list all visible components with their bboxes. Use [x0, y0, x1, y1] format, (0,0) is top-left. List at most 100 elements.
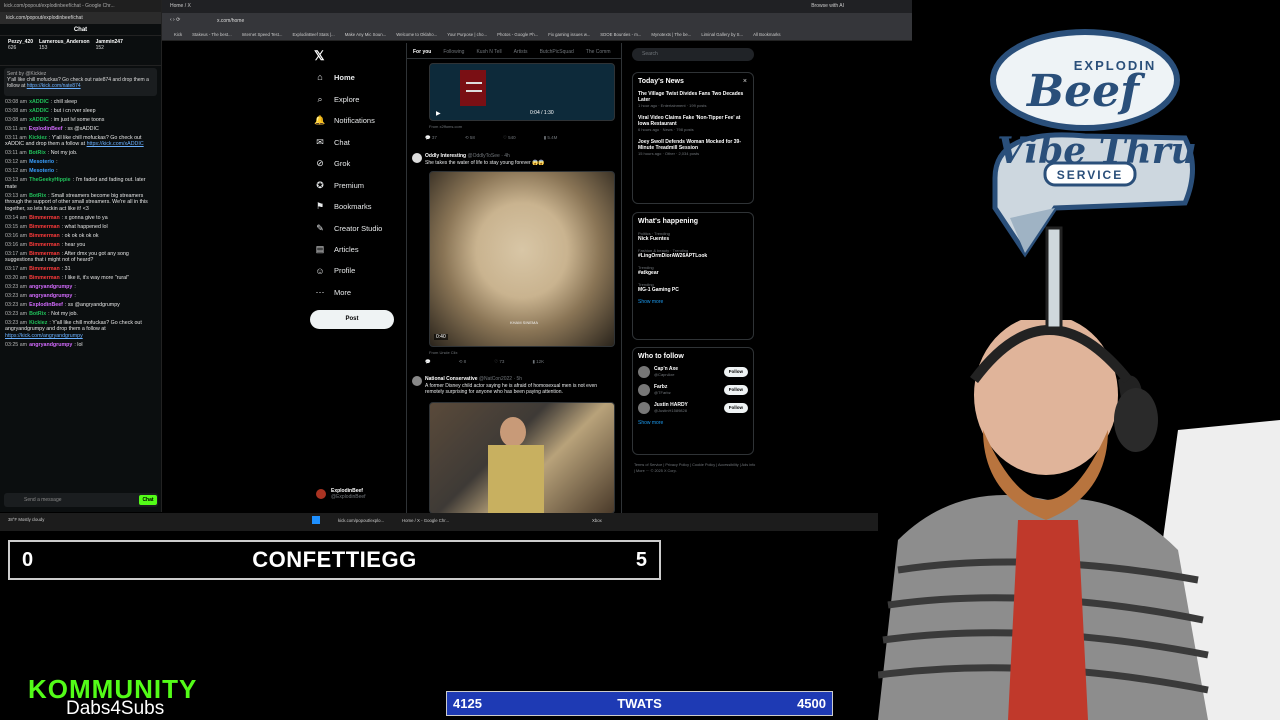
tweet[interactable]: National Conservative @NatCon2022 · 5h A… — [407, 376, 621, 513]
avatar[interactable] — [638, 384, 650, 396]
bookmark-item[interactable]: Kick — [174, 32, 182, 37]
bookmark-item[interactable]: Liminal Gallery by S... — [701, 32, 743, 37]
tweet-actions[interactable]: 💬 37 ⟲ 58 ♡ 540 ▮ 5.4M — [425, 135, 557, 141]
message-username[interactable]: Bimmerman — [29, 242, 60, 248]
trend-item[interactable]: Trending #atkgear — [633, 262, 753, 279]
message-username[interactable]: xADDIC — [29, 117, 49, 123]
news-item[interactable]: The Village Twist Divides Fans Two Decad… — [633, 88, 753, 112]
trend-item[interactable]: Trending MG-1 Gaming PC — [633, 279, 753, 296]
message-username[interactable]: angryandgrumpy — [29, 342, 72, 348]
start-icon[interactable] — [312, 516, 320, 524]
message-username[interactable]: xADDIC — [29, 99, 49, 105]
chat-message[interactable]: 03:13 am TheGeekyHippie: I'm faded and fa… — [5, 177, 156, 190]
message-username[interactable]: BotRix — [29, 311, 46, 317]
message-username[interactable]: Bimmerman — [29, 224, 60, 230]
gifter-1[interactable]: Pezzy_420 626 — [8, 39, 33, 62]
follow-button[interactable]: Follow — [723, 385, 748, 395]
bookmark-item[interactable]: Welcome to Oklaho... — [396, 32, 437, 37]
message-username[interactable]: Bimmerman — [29, 233, 60, 239]
avatar[interactable] — [638, 366, 650, 378]
chat-message[interactable]: 03:08 am xADDIC: im just lvl some toons — [5, 117, 156, 123]
message-username[interactable]: Bimmerman — [29, 275, 60, 281]
chat-message[interactable]: 03:23 am BotRix: Not my job. — [5, 311, 156, 317]
video-player[interactable]: ▶ 0:04 / 1:30 — [429, 63, 615, 121]
tab-artists[interactable]: Artists — [514, 49, 528, 58]
x-footer[interactable]: Terms of Service | Privacy Policy | Cook… — [634, 462, 756, 474]
message-username[interactable]: Kickiez — [29, 320, 47, 326]
chat-message[interactable]: 03:12 am Mesoterio: — [5, 168, 156, 174]
tweet-video[interactable]: 0:40 KHAM SINEMA — [429, 171, 615, 347]
nav-item-bookmarks[interactable]: ⚑ Bookmarks — [314, 201, 372, 212]
tweet-image[interactable] — [429, 402, 615, 513]
account-switcher[interactable]: ExplodinBeef @ExplodinBeef — [316, 488, 366, 500]
tab-following[interactable]: Following — [443, 49, 464, 58]
chat-message[interactable]: 03:08 am xADDIC: but i cn rver sleep — [5, 108, 156, 114]
bookmark-item[interactable]: Photos - Google Ph... — [497, 32, 538, 37]
play-icon[interactable]: ▶ — [436, 110, 441, 117]
search-input[interactable]: Search — [632, 48, 754, 61]
trend-item[interactable]: Politics · Trending Nick Fuentes — [633, 228, 753, 245]
message-link[interactable]: https://kick.com/angryandgrumpy — [5, 333, 83, 339]
x-logo-icon[interactable]: 𝕏 — [314, 48, 324, 64]
message-link[interactable]: https://kick.com/xADDIC — [87, 141, 144, 147]
nav-item-notifications[interactable]: 🔔 Notifications — [314, 115, 374, 126]
address-bar[interactable]: ‹ › ⟳ x.com/home — [162, 13, 912, 30]
chat-send-button[interactable]: Chat — [139, 495, 157, 505]
message-username[interactable]: BotRix — [29, 193, 46, 199]
chat-message[interactable]: 03:11 am BotRix: Not my job. — [5, 150, 156, 156]
chat-message[interactable]: 03:25 am angryandgrumpy: lol — [5, 342, 156, 348]
message-username[interactable]: ExplodinBeef — [29, 126, 63, 132]
bookmark-item[interactable]: Make Any Mic Soun... — [345, 32, 387, 37]
message-username[interactable]: Kickiez — [29, 135, 47, 141]
message-username[interactable]: BotRix — [29, 150, 46, 156]
nav-item-articles[interactable]: ▤ Articles — [314, 244, 359, 255]
chat-message[interactable]: 03:12 am Mesoterio: — [5, 159, 156, 165]
nav-item-home[interactable]: ⌂ Home — [314, 72, 355, 82]
back-forward-icons[interactable]: ‹ › ⟳ — [170, 17, 180, 23]
follow-button[interactable]: Follow — [723, 367, 748, 377]
chat-url-bar[interactable]: kick.com/popout/explodinbeef/chat — [0, 12, 161, 24]
bookmark-item[interactable]: All Bookmarks — [753, 32, 780, 37]
nav-item-premium[interactable]: ✪ Premium — [314, 180, 364, 191]
chat-message[interactable]: 03:23 am Kickiez: Y'all like chill mofuck… — [5, 320, 156, 339]
taskbar-app-kick[interactable]: kick.com/popout/explo... — [338, 518, 384, 523]
message-username[interactable]: Mesoterio — [29, 168, 54, 174]
follow-button[interactable]: Follow — [723, 403, 748, 413]
avatar[interactable] — [638, 402, 650, 414]
show-more-link[interactable]: Show more — [633, 417, 753, 431]
chat-message[interactable]: 03:13 am BotRix: Small streamers become b… — [5, 193, 156, 212]
chat-input[interactable]: Send a message — [4, 493, 158, 507]
message-username[interactable]: angryandgrumpy — [29, 293, 72, 299]
tab-the-comm[interactable]: The Comm — [586, 49, 611, 58]
tweet-author[interactable]: Oddly Interesting — [425, 153, 466, 159]
nav-item-grok[interactable]: ⊘ Grok — [314, 158, 350, 169]
nav-item-profile[interactable]: ☺ Profile — [314, 266, 355, 276]
chat-message[interactable]: 03:17 am Bimmerman: 31 — [5, 266, 156, 272]
bookmark-item[interactable]: ExplodinBeef Stats |... — [292, 32, 334, 37]
bookmark-item[interactable]: Stakeus - The best... — [192, 32, 232, 37]
nav-item-chat[interactable]: ✉ Chat — [314, 137, 350, 148]
nav-item-more[interactable]: ⋯ More — [314, 287, 352, 298]
chat-message[interactable]: 03:11 am Kickiez: Y'all like chill mofuck… — [5, 135, 156, 148]
close-icon[interactable]: × — [743, 78, 747, 85]
trend-item[interactable]: Fashion & beauty · Trending #LingOrmDiorA… — [633, 245, 753, 262]
tab-butchpicsquad[interactable]: ButchPicSquad — [540, 49, 574, 58]
message-username[interactable]: TheGeekyHippie — [29, 177, 71, 183]
news-item[interactable]: Viral Video Claims Fake 'Non-Tipper Fee'… — [633, 112, 753, 136]
chat-message[interactable]: 03:20 am Bimmerman: I like it, it's way m… — [5, 275, 156, 281]
taskbar-app-chrome[interactable]: Home / X - Google Chr... — [402, 518, 449, 523]
tab-for-you[interactable]: For you — [413, 49, 431, 58]
chat-message[interactable]: 03:14 am Bimmerman: x gonna give to ya — [5, 215, 156, 221]
gifter-3[interactable]: Jammin247 152 — [96, 39, 123, 62]
tweet-actions[interactable]: 💬 ⟲ 8 ♡ 73 ▮ 12K — [425, 359, 544, 365]
tab-kush-n-tell[interactable]: Kush N Tell — [476, 49, 501, 58]
tweet[interactable]: Oddly Interesting @OddlyToSee · 4h She t… — [407, 153, 621, 368]
chat-message[interactable]: 03:17 am Bimmerman: After dmx you got any… — [5, 251, 156, 264]
message-username[interactable]: ExplodinBeef — [29, 302, 63, 308]
taskbar-app-xbox[interactable]: Xbox — [592, 518, 602, 523]
bookmark-item[interactable]: Your Purpose | cho... — [447, 32, 487, 37]
show-more-link[interactable]: Show more — [633, 296, 753, 310]
bookmark-item[interactable]: Internet Speed Test... — [242, 32, 283, 37]
media-source[interactable]: From x2ffoms.com — [429, 124, 462, 129]
chat-message[interactable]: 03:23 am angryandgrumpy: — [5, 293, 156, 299]
